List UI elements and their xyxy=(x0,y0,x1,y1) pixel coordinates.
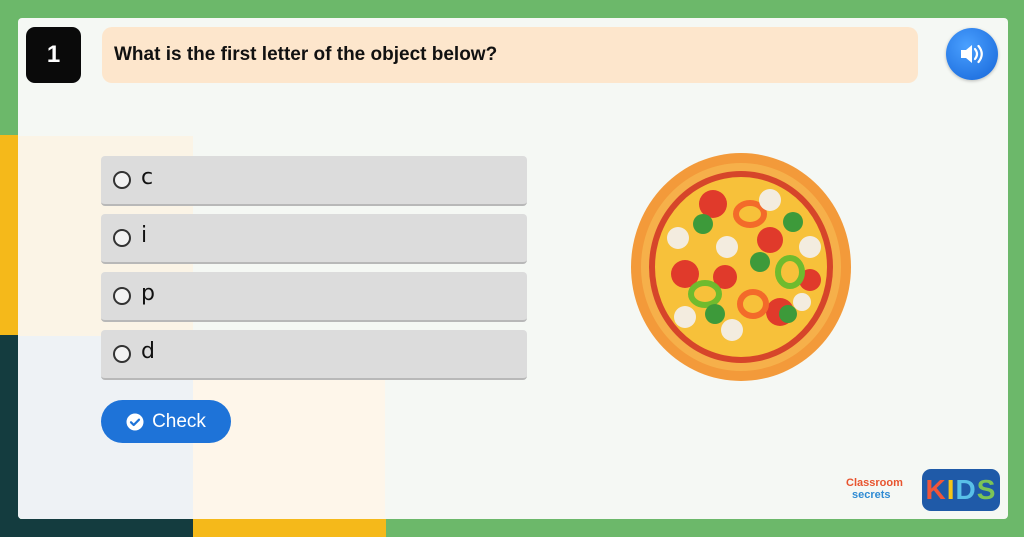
kids-letter: D xyxy=(955,474,977,505)
question-number: 1 xyxy=(26,27,81,83)
decorative-stripe xyxy=(0,335,20,537)
logo-classroom-text: Classroom xyxy=(846,477,903,489)
check-circle-icon xyxy=(126,413,144,430)
question-card: 1 What is the first letter of the object… xyxy=(18,18,1008,519)
logo-secrets-text: secrets xyxy=(852,489,891,501)
audio-button[interactable] xyxy=(946,28,998,80)
check-button[interactable]: Check xyxy=(101,400,231,443)
option-label: p xyxy=(141,280,155,306)
radio-button[interactable] xyxy=(113,171,131,189)
kids-letter: I xyxy=(946,474,956,505)
decorative-stripe xyxy=(193,519,386,537)
radio-button[interactable] xyxy=(113,345,131,363)
decorative-stripe xyxy=(0,519,193,537)
answer-option[interactable]: i xyxy=(101,214,527,264)
brand-logo: Classroom secrets K I D S xyxy=(840,469,1000,513)
kids-letter: S xyxy=(976,474,997,505)
decorative-stripe xyxy=(0,135,20,335)
answer-options: c i p d xyxy=(101,156,527,388)
radio-button[interactable] xyxy=(113,229,131,247)
answer-option[interactable]: d xyxy=(101,330,527,380)
option-label: c xyxy=(141,164,154,190)
answer-option[interactable]: p xyxy=(101,272,527,322)
kids-letter: K xyxy=(925,474,947,505)
check-button-label: Check xyxy=(152,410,206,432)
answer-option[interactable]: c xyxy=(101,156,527,206)
speaker-icon xyxy=(961,44,983,64)
kids-badge: K I D S xyxy=(922,469,1000,511)
option-label: i xyxy=(141,222,148,248)
radio-button[interactable] xyxy=(113,287,131,305)
option-label: d xyxy=(141,338,155,364)
background-tint xyxy=(193,378,385,519)
pizza-icon xyxy=(631,153,851,381)
question-text: What is the first letter of the object b… xyxy=(102,27,918,83)
